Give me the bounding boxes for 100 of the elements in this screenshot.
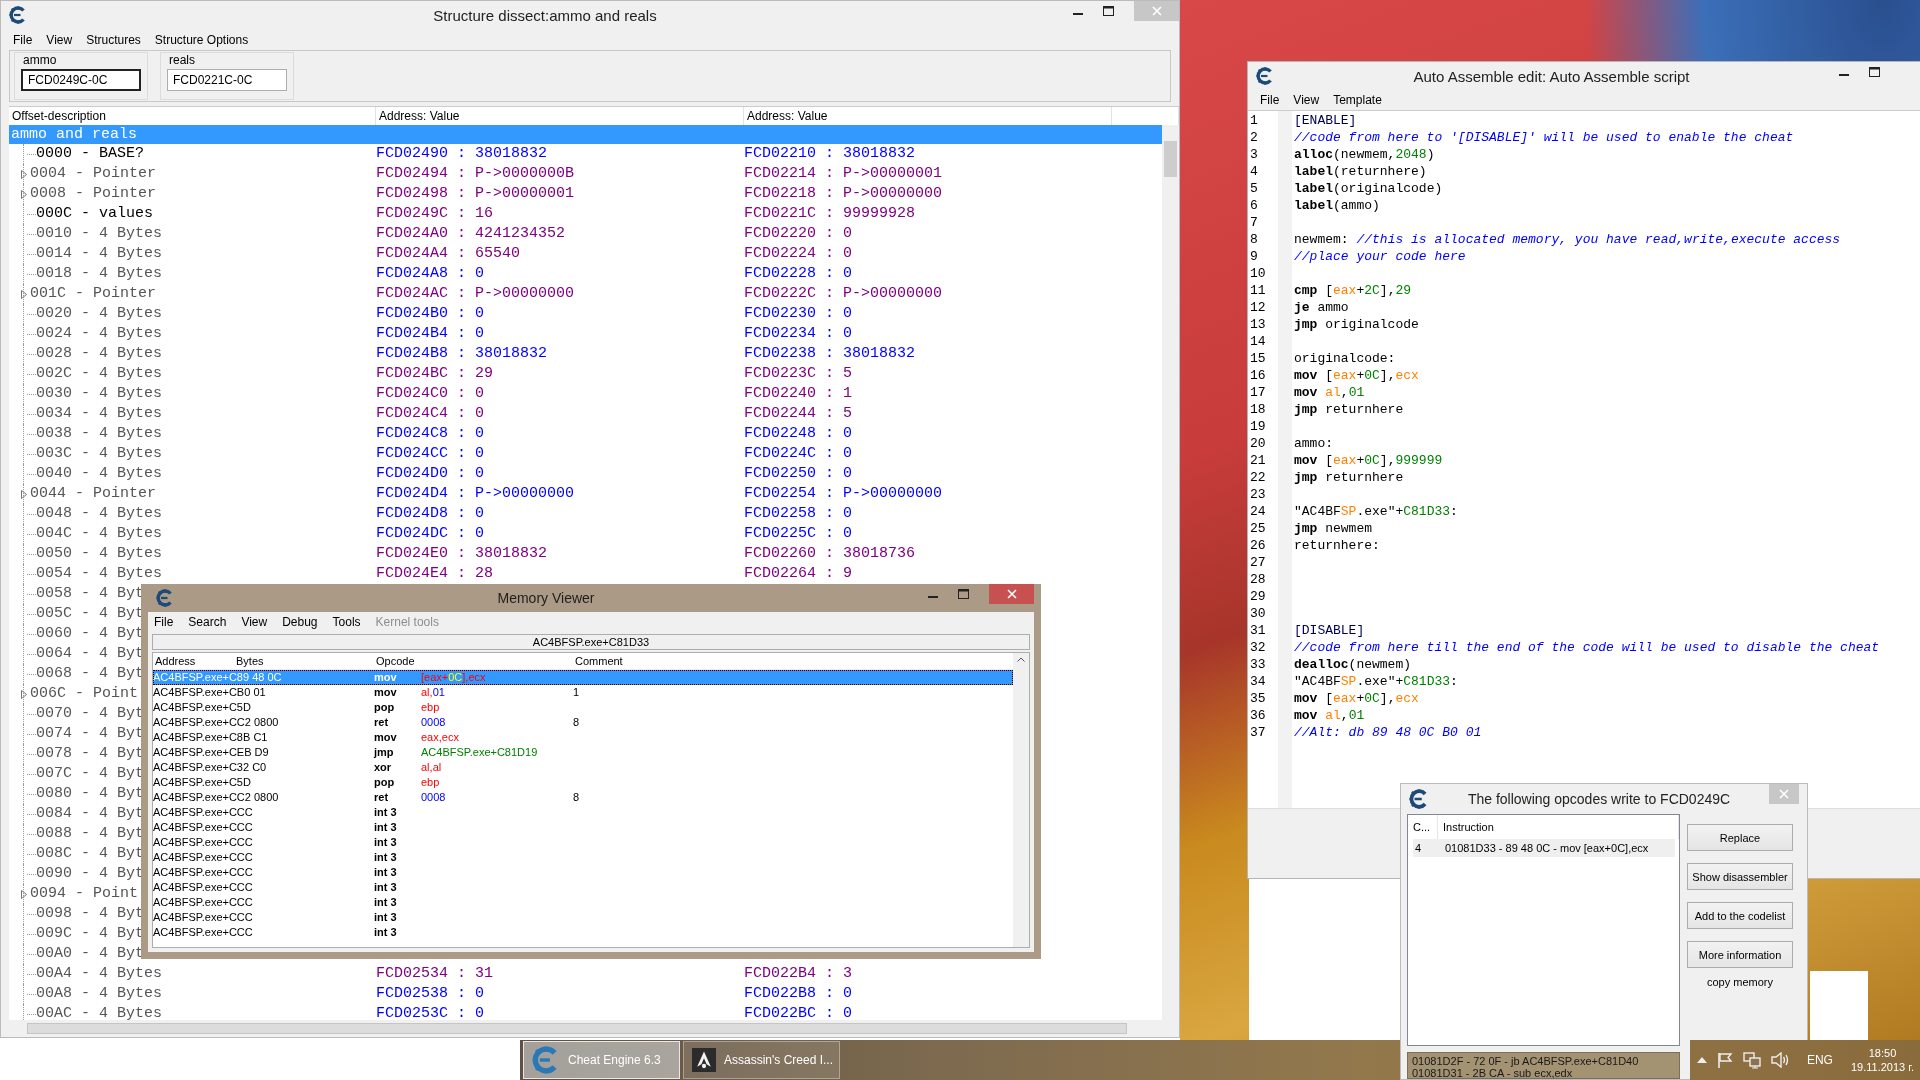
menu-item[interactable]: Structure Options (154, 32, 249, 47)
close-icon (1006, 589, 1017, 599)
disassembly-row[interactable]: AC4BFSP.exe+CB0 01 mov al,01 1 (153, 685, 1013, 700)
menu-item[interactable]: Structures (86, 32, 141, 47)
maximize-icon[interactable] (1103, 6, 1114, 16)
disassembly-row[interactable]: AC4BFSP.exe+CEB D9 jmp AC4BFSP.exe+C81D19 (153, 745, 1013, 760)
network-icon[interactable] (1742, 1051, 1761, 1069)
line-number: 14 (1249, 334, 1267, 351)
opcode-list[interactable]: C... Instruction 4 01081D33 - 89 48 0C - mov [eax+0C],ecx (1407, 814, 1680, 1046)
menu-item[interactable]: Search (188, 615, 227, 629)
close-button[interactable] (989, 584, 1034, 604)
offset-label: 0060 - 4 Byt (36, 624, 145, 644)
copy-memory-link[interactable]: copy memory (1687, 976, 1793, 988)
disassembly-row[interactable]: AC4BFSP.exe+CCC int 3 (153, 865, 1013, 880)
offset-label: 00AC - 4 Bytes (36, 1004, 163, 1020)
line-number: 16 (1249, 368, 1267, 385)
clock-date[interactable]: 19.11.2013 г. (1850, 1060, 1914, 1074)
expand-arrow-icon[interactable] (21, 689, 27, 699)
value-cell-text: FCD02240 : 1 (744, 384, 854, 404)
disassembly-row[interactable]: AC4BFSP.exe+C8B C1 mov eax,ecx (153, 730, 1013, 745)
value-cell-text: FCD024D0 : 0 (376, 464, 486, 484)
expand-arrow-icon[interactable] (21, 889, 27, 899)
dialog-button[interactable]: Show disassembler (1687, 863, 1793, 890)
line-number: 27 (1249, 555, 1267, 572)
window-title: Structure dissect:ammo and reals (432, 6, 658, 24)
taskbar-button[interactable]: Assassin's Creed I... (683, 1041, 840, 1079)
expand-arrow-icon[interactable] (21, 289, 27, 299)
offset-label: 0018 - 4 Bytes (36, 264, 163, 284)
menu-item[interactable]: View (46, 32, 73, 47)
menu-item[interactable]: File (154, 615, 174, 629)
up-arrow-icon[interactable] (1696, 1057, 1707, 1063)
menu-item[interactable]: Template (1333, 93, 1382, 107)
disassembly-row[interactable]: AC4BFSP.exe+C5D pop ebp (153, 700, 1013, 715)
disassembly-row[interactable]: AC4BFSP.exe+CCC int 3 (153, 895, 1013, 910)
column-header[interactable]: Address (155, 654, 196, 669)
code-line: je ammo (1293, 300, 1350, 317)
menu-item[interactable]: View (1293, 93, 1320, 107)
code-line: //code from here till the end of the code will be used to disable the cheat (1293, 640, 1881, 657)
column-header[interactable]: Bytes (236, 654, 264, 669)
offset-label: 002C - 4 Bytes (36, 364, 163, 384)
value-cell-text: FCD02230 : 0 (744, 304, 854, 324)
dialog-button[interactable]: Replace (1687, 824, 1793, 851)
offset-label: 0048 - 4 Bytes (36, 504, 163, 524)
expand-arrow-icon[interactable] (21, 489, 27, 499)
operand-cell-text: [eax+0C],ecx (421, 670, 487, 685)
menu-item[interactable]: Tools (332, 615, 361, 629)
comment-cell-text: 8 (573, 715, 581, 730)
disassembly-row[interactable]: AC4BFSP.exe+CCC int 3 (153, 805, 1013, 820)
maximize-icon[interactable] (1869, 67, 1880, 77)
expand-arrow-icon[interactable] (21, 169, 27, 179)
address-field[interactable]: FCD0249C-0C (21, 69, 141, 91)
scroll-up-icon[interactable] (1017, 657, 1025, 662)
maximize-icon[interactable] (958, 589, 969, 599)
line-number: 10 (1249, 266, 1267, 283)
code-line: jmp newmem (1293, 521, 1373, 538)
menu-item[interactable]: File (1260, 93, 1280, 107)
clock-time[interactable]: 18:50 (1868, 1046, 1897, 1060)
expand-arrow-icon[interactable] (21, 189, 27, 199)
menu-item[interactable]: View (241, 615, 268, 629)
vertical-scrollbar[interactable] (1013, 653, 1029, 947)
opcode-cell-text: int 3 (374, 820, 398, 835)
disassembly-row[interactable]: AC4BFSP.exe+CC2 0800 ret 0008 8 (153, 790, 1013, 805)
code-editor[interactable] (1248, 110, 1920, 808)
disassembly-row[interactable]: AC4BFSP.exe+CCC int 3 (153, 880, 1013, 895)
disassembly-row[interactable]: AC4BFSP.exe+CCC int 3 (153, 835, 1013, 850)
column-header[interactable]: Comment (575, 654, 623, 669)
disassembly-row[interactable]: AC4BFSP.exe+C32 C0 xor al,al (153, 760, 1013, 775)
speaker-icon[interactable] (1770, 1052, 1789, 1068)
language-indicator[interactable]: ENG (1806, 1053, 1833, 1067)
address-cell-text: AC4BFSP.exe+CC2 0800 (153, 715, 280, 730)
disassembly-row[interactable]: AC4BFSP.exe+CC2 0800 ret 0008 8 (153, 715, 1013, 730)
opcode-cell-text: ret (374, 790, 390, 805)
line-number: 21 (1249, 453, 1267, 470)
group-label: ammo (22, 53, 58, 67)
column-header[interactable]: Opcode (376, 654, 415, 669)
dialog-button[interactable]: More information (1687, 941, 1793, 968)
value-cell-text: FCD024A8 : 0 (376, 264, 486, 284)
disassembly-row[interactable]: AC4BFSP.exe+CCC int 3 (153, 910, 1013, 925)
offset-label: 008C - 4 Byt (36, 844, 145, 864)
address-bar[interactable]: AC4BFSP.exe+C81D33 (152, 634, 1030, 650)
address-cell-text: AC4BFSP.exe+C32 C0 (153, 760, 268, 775)
flag-icon[interactable] (1716, 1051, 1733, 1069)
disassembly-row[interactable]: AC4BFSP.exe+CCC int 3 (153, 850, 1013, 865)
value-cell-text: FCD024AC : P->00000000 (376, 284, 576, 304)
vertical-scrollbar[interactable] (1162, 125, 1179, 1020)
disassembly-row[interactable]: AC4BFSP.exe+C5D pop ebp (153, 775, 1013, 790)
value-cell-text: FCD024B8 : 38018832 (376, 344, 549, 364)
line-number: 7 (1249, 215, 1259, 232)
disassembly-row[interactable]: AC4BFSP.exe+CCC int 3 (153, 925, 1013, 940)
menu-item[interactable]: Debug (282, 615, 318, 629)
line-number: 33 (1249, 657, 1267, 674)
list-row[interactable]: 4 01081D33 - 89 48 0C - mov [eax+0C],ecx (1413, 839, 1675, 857)
address-field[interactable]: FCD0221C-0C (167, 69, 287, 91)
line-number: 29 (1249, 589, 1267, 606)
menu-item[interactable]: File (13, 32, 33, 47)
line-number: 11 (1249, 283, 1267, 300)
value-cell-text: FCD024B4 : 0 (376, 324, 486, 344)
offset-label: 005C - 4 Byt (36, 604, 145, 624)
dialog-button[interactable]: Add to the codelist (1687, 902, 1793, 929)
disassembly-row[interactable]: AC4BFSP.exe+CCC int 3 (153, 820, 1013, 835)
